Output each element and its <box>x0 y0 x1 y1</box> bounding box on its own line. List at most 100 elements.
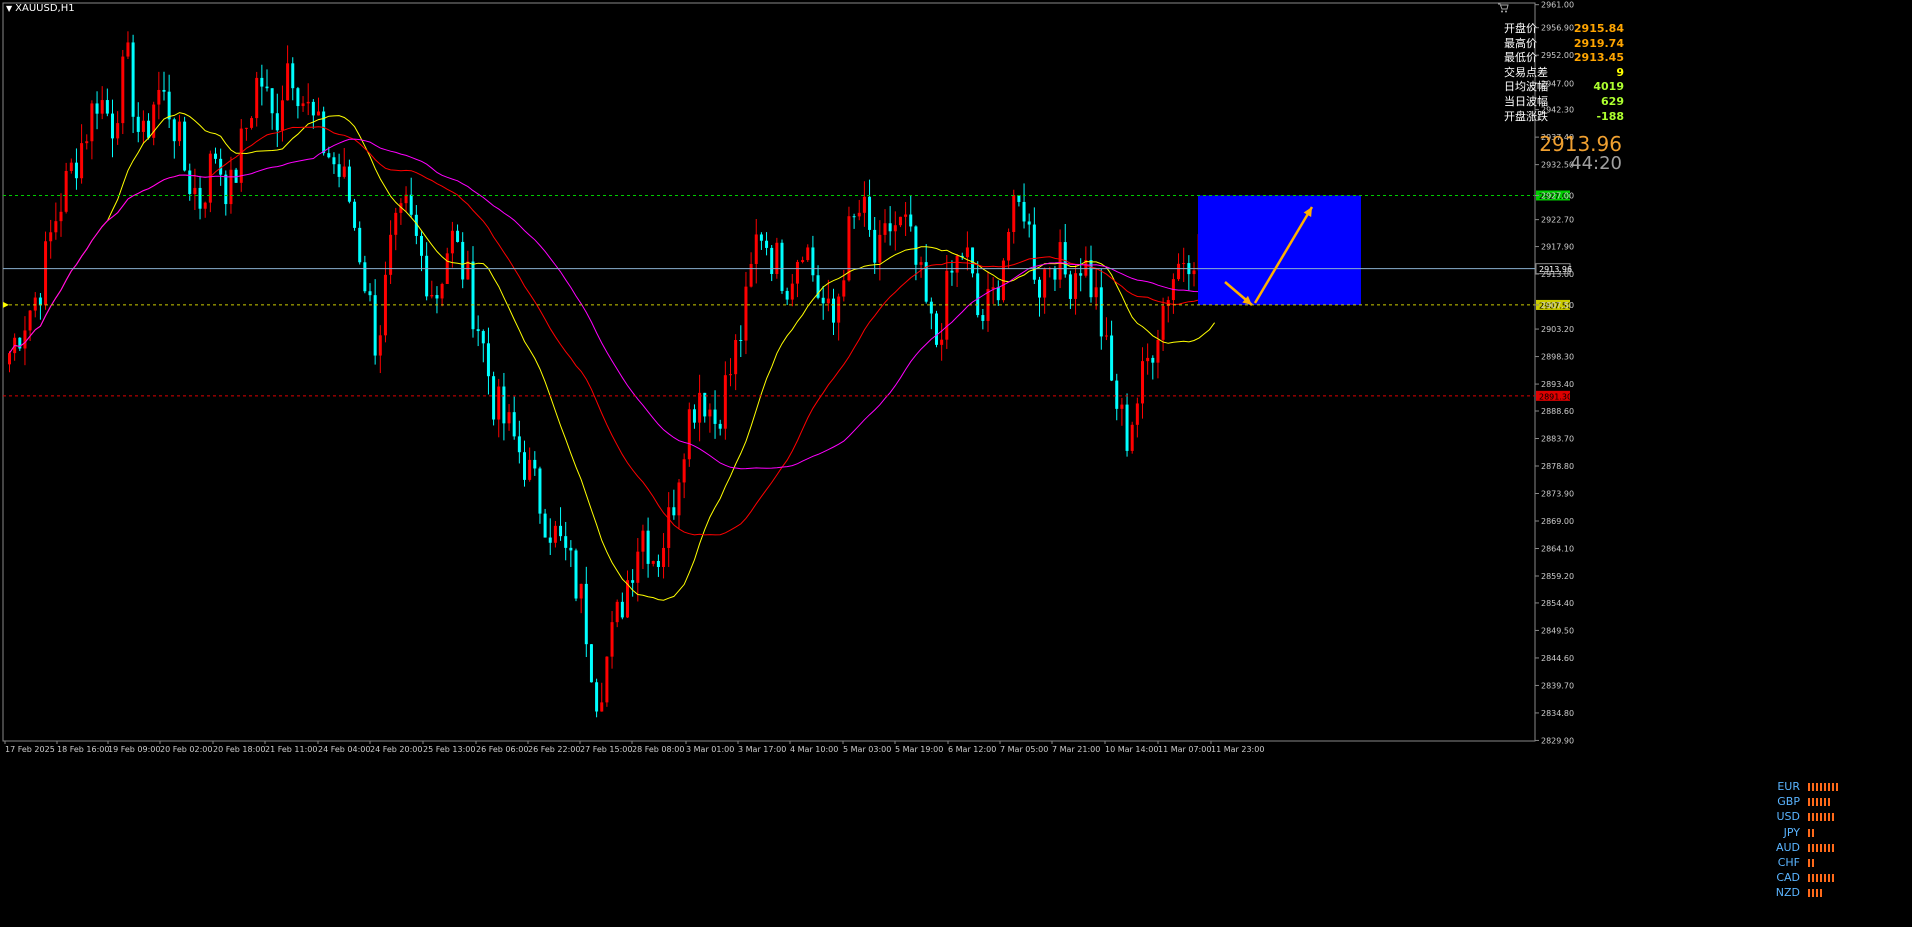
candle-body <box>898 216 902 226</box>
y-tick-label: 2834.80 <box>1541 709 1574 718</box>
candle-body <box>790 283 794 300</box>
x-tick-label: 6 Mar 12:00 <box>948 745 996 754</box>
candle-body <box>255 77 259 119</box>
info-label: 开盘价 <box>1504 22 1537 35</box>
y-tick-label: 2893.40 <box>1541 380 1574 389</box>
y-tick-label: 2932.50 <box>1541 161 1574 170</box>
strength-bars <box>1808 870 1836 885</box>
candle-body <box>286 63 290 101</box>
candle-body <box>59 211 63 222</box>
info-row: 最低价 2913.45 <box>1504 51 1624 66</box>
candle-body <box>857 212 861 217</box>
candle-body <box>147 120 151 138</box>
info-value: -188 <box>1596 109 1624 123</box>
candle-body <box>301 103 305 107</box>
x-tick-label: 11 Mar 23:00 <box>1211 745 1264 754</box>
candle-body <box>224 174 228 205</box>
candle-body <box>229 169 233 205</box>
y-tick-label: 2927.00 <box>1541 191 1574 200</box>
candle-body <box>250 118 254 128</box>
candle-body <box>862 196 866 213</box>
candle-body <box>589 644 593 683</box>
candle-body <box>976 273 980 316</box>
candle-body <box>795 261 799 284</box>
y-tick-label: 2829.90 <box>1541 736 1574 745</box>
candle-body <box>265 86 269 89</box>
candle-body <box>1177 263 1181 280</box>
candle-body <box>636 551 640 583</box>
candle-body <box>584 583 588 645</box>
x-tick-label: 17 Feb 2025 <box>5 745 55 754</box>
candle-body <box>1027 221 1031 225</box>
info-label: 最高价 <box>1504 36 1537 50</box>
candle-body <box>214 153 217 159</box>
candle-body <box>533 459 537 469</box>
cart-icon[interactable] <box>1497 3 1509 13</box>
candle-body <box>574 550 578 599</box>
candle-body <box>682 459 686 483</box>
candle-body <box>1120 404 1124 409</box>
price-chart[interactable]: 2927.002907.502891.302913.962961.002956.… <box>0 0 1912 927</box>
candle-body <box>100 100 104 114</box>
candle-body <box>306 101 310 104</box>
candle-body <box>971 247 975 274</box>
candle-body <box>734 339 738 375</box>
candle-body <box>332 157 336 165</box>
strength-bars <box>1808 855 1816 870</box>
candle-body <box>425 255 429 297</box>
candle-body <box>183 121 187 171</box>
candle-body <box>765 240 769 248</box>
candle-body <box>1012 195 1016 232</box>
candle-body <box>347 166 351 202</box>
info-label: 最低价 <box>1504 51 1537 65</box>
currency-row: USD <box>1770 809 1840 824</box>
info-label: 交易点差 <box>1504 65 1548 79</box>
x-tick-label: 10 Mar 14:00 <box>1105 745 1158 754</box>
candle-body <box>471 261 475 330</box>
candle-body <box>8 353 11 365</box>
candle-body <box>806 247 810 261</box>
x-tick-label: 5 Mar 19:00 <box>895 745 943 754</box>
candle-body <box>363 262 367 292</box>
candle-body <box>507 412 511 424</box>
candle-body <box>90 103 94 142</box>
candle-body <box>80 143 84 179</box>
candle-body <box>409 194 413 215</box>
candle-body <box>317 111 320 116</box>
candle-body <box>486 343 490 377</box>
candle-body <box>935 313 938 345</box>
candle-body <box>904 214 908 217</box>
candle-body <box>564 536 568 548</box>
candle-body <box>600 702 604 712</box>
candle-body <box>131 42 135 117</box>
candle-body <box>497 386 501 420</box>
candle-body <box>270 88 274 114</box>
candle-body <box>847 216 851 281</box>
candle-body <box>188 170 192 194</box>
candle-body <box>358 227 362 263</box>
x-tick-label: 25 Feb 13:00 <box>423 745 475 754</box>
candle-body <box>1068 274 1072 299</box>
candle-body <box>595 682 599 712</box>
candle-body <box>672 507 676 516</box>
candle-body <box>461 241 465 280</box>
candle-body <box>28 310 32 331</box>
candle-body <box>394 212 398 235</box>
candle-body <box>878 234 882 263</box>
candle-body <box>718 423 722 429</box>
candle-body <box>826 298 830 304</box>
candle-body <box>955 255 959 273</box>
candle-body <box>852 216 856 218</box>
candle-body <box>378 335 382 356</box>
y-tick-label: 2859.20 <box>1541 572 1574 581</box>
currency-row: CAD <box>1770 870 1840 885</box>
candle-body <box>641 530 645 552</box>
currency-name: CAD <box>1776 871 1800 885</box>
y-tick-label: 2873.90 <box>1541 490 1574 499</box>
candle-body <box>1094 287 1098 298</box>
dropdown-triangle-icon[interactable]: ▼ <box>6 4 12 13</box>
info-value: 629 <box>1601 94 1624 108</box>
candle-body <box>121 56 125 124</box>
info-value: 2915.84 <box>1573 22 1624 35</box>
info-row: 最高价 2919.74 <box>1504 37 1624 52</box>
